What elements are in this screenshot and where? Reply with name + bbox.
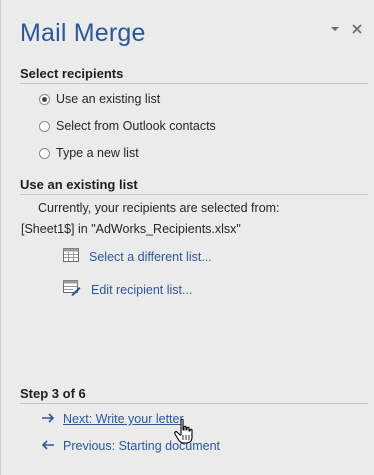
select-recipients-heading: Select recipients	[20, 66, 368, 84]
next-step-label: Next: Write your letter	[63, 412, 184, 426]
table-list-icon	[63, 248, 79, 265]
pane-controls	[328, 22, 364, 36]
next-step-link[interactable]: Next: Write your letter	[41, 412, 184, 426]
radio-button[interactable]	[39, 120, 50, 132]
arrow-right-icon	[41, 412, 55, 426]
radio-select-outlook-contacts[interactable]: Select from Outlook contacts	[39, 119, 216, 133]
pane-options-dropdown-icon[interactable]	[328, 22, 342, 36]
current-recipients-source: [Sheet1$] in "AdWorks_Recipients.xlsx"	[21, 222, 241, 236]
radio-label: Select from Outlook contacts	[56, 119, 216, 133]
close-icon[interactable]	[350, 22, 364, 36]
radio-type-new-list[interactable]: Type a new list	[39, 146, 139, 160]
edit-recipient-list-label: Edit recipient list...	[91, 282, 193, 297]
pane-title: Mail Merge	[20, 19, 146, 47]
radio-label: Use an existing list	[56, 92, 161, 106]
hand-pointer-cursor-icon	[173, 418, 197, 446]
radio-button[interactable]	[39, 147, 50, 159]
radio-label: Type a new list	[56, 146, 139, 160]
use-existing-list-heading: Use an existing list	[20, 177, 368, 195]
arrow-left-icon	[41, 439, 55, 453]
current-recipients-text: Currently, your recipients are selected …	[38, 201, 280, 215]
edit-recipient-list-link[interactable]: Edit recipient list...	[63, 280, 192, 299]
radio-button-checked[interactable]	[39, 93, 50, 105]
select-different-list-link[interactable]: Select a different list...	[63, 248, 212, 265]
select-different-list-label: Select a different list...	[89, 249, 212, 264]
radio-use-existing-list[interactable]: Use an existing list	[39, 92, 160, 106]
mail-merge-pane: Mail Merge Select recipients Use an exis…	[0, 0, 374, 475]
edit-list-icon	[63, 280, 81, 299]
step-indicator: Step 3 of 6	[20, 386, 368, 404]
